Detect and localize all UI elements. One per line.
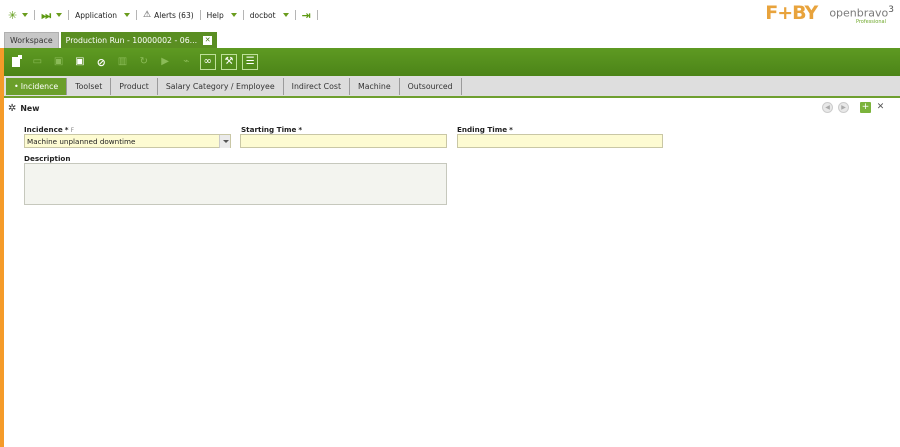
chevron-down-icon [230, 13, 237, 17]
save-button[interactable]: ▣ [51, 54, 67, 70]
starting-time-label: Starting Time * [241, 125, 303, 134]
grid-view-icon: ☰ [245, 56, 255, 67]
form-status-title: New [20, 103, 40, 113]
user-name: docbot [249, 10, 276, 20]
save-close-button[interactable]: ▣ [72, 54, 88, 70]
next-record-button[interactable]: ▶ [838, 102, 849, 113]
help-menu-label: Help [206, 10, 224, 20]
refresh-button[interactable]: ↻ [136, 54, 152, 70]
workspace-menu[interactable]: ✳ [8, 8, 29, 22]
window-tabs: Workspace Production Run - 10000002 - 06… [0, 30, 900, 48]
close-tab-icon[interactable]: ✕ [203, 35, 213, 45]
tab-salary-category-employee[interactable]: Salary Category / Employee [157, 77, 284, 95]
export-button[interactable]: ▶ [157, 54, 173, 70]
chevron-down-icon [282, 13, 289, 17]
logout-icon: ⇥ [301, 8, 311, 22]
openbravo-window: ✳ ⏭ Application ⚠ Alerts (63) Help docbo… [0, 0, 900, 447]
link-button[interactable]: ∞ [199, 54, 216, 70]
incidence-select-value: Machine unplanned downtime [27, 136, 136, 146]
tab-workspace-label: Workspace [10, 36, 53, 45]
grid-view-button[interactable]: ☰ [242, 54, 259, 70]
paperclip-icon: ⌁ [183, 56, 190, 67]
separator [294, 10, 296, 20]
separator [68, 10, 70, 20]
help-menu[interactable]: Help [207, 8, 237, 22]
logout-button[interactable]: ⇥ [302, 8, 311, 22]
tab-machine[interactable]: Machine [350, 77, 400, 95]
tab-indirect-cost[interactable]: Indirect Cost [283, 77, 350, 95]
new-document-button[interactable] [8, 54, 24, 70]
new-record-icon: ✲ [8, 102, 17, 114]
chevron-down-icon [124, 13, 131, 17]
save-icon: ▣ [53, 56, 64, 67]
ending-time-label: Ending Time * [457, 125, 513, 134]
chevron-down-icon [22, 13, 29, 17]
new-row-button[interactable]: ▭ [29, 54, 45, 70]
warning-icon: ⚠ [143, 10, 152, 20]
tools-icon: ⚒ [224, 56, 234, 67]
incidence-label: Incidence * F [24, 125, 75, 134]
workspace-icon: ✳ [8, 8, 18, 22]
openbravo-logo-name: openbravo3 [829, 5, 894, 20]
export-icon: ▶ [161, 56, 169, 67]
brand-logos: F+BY openbravo3 Professional [765, 2, 894, 26]
maximize-button[interactable]: + [860, 102, 871, 113]
new-document-icon [12, 55, 22, 67]
chevron-down-icon [56, 13, 63, 17]
record-tabs: Incidence Toolset Product Salary Categor… [4, 76, 900, 96]
separator [316, 10, 318, 20]
alerts-label: Alerts (63) [154, 10, 194, 20]
cancel-icon: ⊘ [96, 55, 106, 69]
separator [34, 10, 36, 20]
refresh-icon: ↻ [139, 56, 148, 67]
link-icon: ∞ [203, 56, 212, 67]
tab-production-run-label: Production Run - 10000002 - 06... [65, 35, 198, 45]
quick-launch-menu[interactable]: ⏭ [41, 8, 63, 22]
tab-toolset[interactable]: Toolset [67, 77, 112, 95]
alerts-link[interactable]: ⚠ Alerts (63) [143, 8, 194, 22]
filter-indicator: F [70, 127, 75, 134]
new-row-icon: ▭ [32, 56, 43, 67]
trash-icon: ▥ [117, 56, 128, 67]
form-header: ✲ New ◀ ▶ + ✕ [4, 98, 900, 118]
quick-launch-icon: ⏭ [41, 8, 52, 22]
save-close-icon: ▣ [75, 56, 85, 67]
separator [136, 10, 138, 20]
description-label: Description [24, 154, 71, 163]
separator [242, 10, 244, 20]
undo-button[interactable]: ⊘ [93, 54, 109, 70]
application-menu[interactable]: Application [75, 8, 131, 22]
company-logo: F+BY [765, 2, 818, 24]
delete-button[interactable]: ▥ [114, 54, 130, 70]
attachments-button[interactable]: ⌁ [178, 54, 194, 70]
main-toolbar: ▭ ▣ ▣ ⊘ ▥ ↻ ▶ ⌁ ∞ ⚒ ☰ [4, 48, 900, 76]
separator [199, 10, 201, 20]
description-textarea[interactable] [24, 163, 447, 205]
openbravo-logo: openbravo3 Professional [829, 4, 894, 25]
openbravo-edition: Professional [855, 18, 886, 25]
incidence-dropdown-button[interactable] [219, 135, 230, 148]
close-form-button[interactable]: ✕ [875, 102, 886, 113]
user-profile-menu[interactable]: docbot [250, 8, 289, 22]
tab-outsourced[interactable]: Outsourced [399, 77, 462, 95]
application-menu-label: Application [75, 10, 118, 20]
tab-incidence[interactable]: Incidence [6, 77, 68, 95]
tools-button[interactable]: ⚒ [220, 54, 237, 70]
tab-product[interactable]: Product [111, 77, 158, 95]
tab-workspace[interactable]: Workspace [4, 32, 59, 48]
ending-time-input[interactable] [457, 134, 663, 148]
starting-time-input[interactable] [240, 134, 447, 148]
previous-record-button[interactable]: ◀ [822, 102, 833, 113]
tab-production-run[interactable]: Production Run - 10000002 - 06... ✕ [60, 32, 218, 48]
incidence-select[interactable]: Machine unplanned downtime [24, 134, 231, 148]
